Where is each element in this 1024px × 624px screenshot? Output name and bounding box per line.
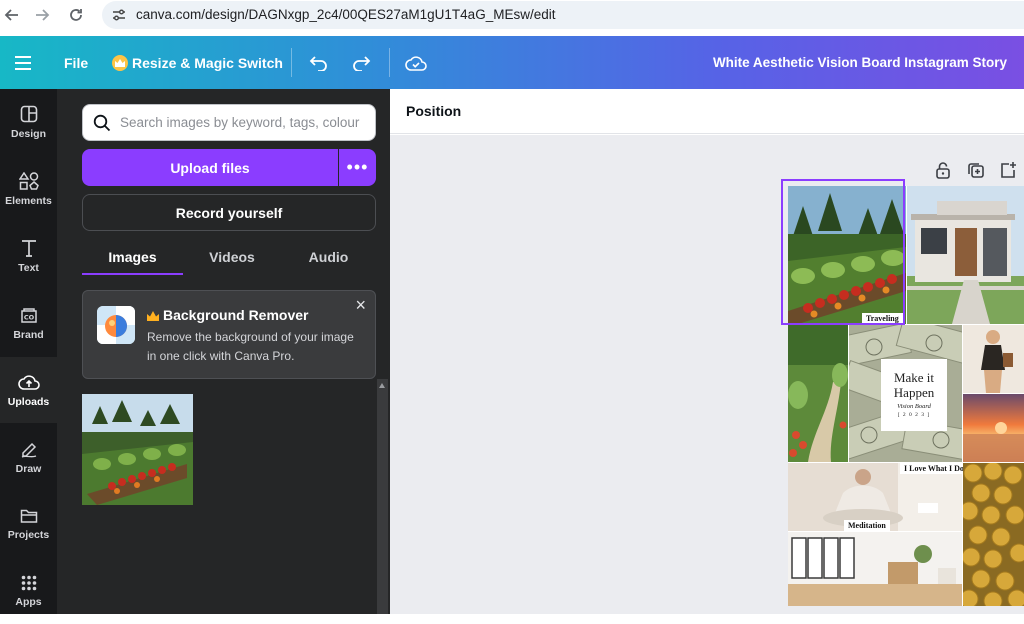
redo-icon[interactable] <box>351 36 371 89</box>
selection-frame[interactable] <box>781 179 905 325</box>
side-rail: Design Elements Text CO Brand Uploads Dr… <box>0 89 57 614</box>
active-tab-indicator <box>82 273 183 275</box>
draw-icon <box>21 442 36 458</box>
design-title[interactable]: White Aesthetic Vision Board Instagram S… <box>713 36 1007 89</box>
header-divider <box>291 48 292 77</box>
happen-line: Happen <box>893 385 935 400</box>
rail-label: Uploads <box>7 395 50 408</box>
promo-title: Background Remover <box>147 307 308 324</box>
rail-item-uploads[interactable]: Uploads <box>0 357 57 423</box>
house-photo[interactable] <box>907 186 1024 324</box>
apps-icon <box>21 575 36 590</box>
woman-photo[interactable] <box>963 325 1024 393</box>
record-yourself-button[interactable]: Record yourself <box>82 194 376 231</box>
gold-coins-photo[interactable] <box>963 463 1024 606</box>
rail-label: Projects <box>7 528 50 541</box>
search-placeholder: Search images by keyword, tags, colour <box>120 115 360 130</box>
menu-icon[interactable] <box>14 36 32 89</box>
position-button[interactable]: Position <box>406 103 461 119</box>
close-icon[interactable]: × <box>355 295 366 316</box>
promo-title-text: Background Remover <box>163 307 309 323</box>
svg-text:CO: CO <box>23 313 34 321</box>
address-bar[interactable]: canva.com/design/DAGNxgp_2c4/00QES27aM1g… <box>102 1 1024 29</box>
more-options-button[interactable]: ••• <box>339 149 376 186</box>
context-toolbar: Position <box>390 89 1024 134</box>
design-icon <box>20 105 37 122</box>
rail-label: Design <box>10 127 46 140</box>
cloud-saved-icon[interactable] <box>405 36 427 89</box>
love-what-i-do-label: I Love What I Do <box>900 463 968 474</box>
rail-label: Apps <box>15 595 42 608</box>
editor-header: File Resize & Magic Switch White Aesthet… <box>0 36 1024 89</box>
crown-icon <box>147 308 159 324</box>
reload-icon[interactable] <box>66 5 86 25</box>
meditation-label: Meditation <box>844 520 890 531</box>
tab-images[interactable]: Images <box>82 239 183 275</box>
forward-arrow-icon[interactable] <box>32 5 52 25</box>
vision-board-line: Vision Board <box>897 403 931 410</box>
undo-icon[interactable] <box>309 36 329 89</box>
file-menu[interactable]: File <box>64 36 88 89</box>
uploaded-image-thumbnail[interactable] <box>82 394 193 505</box>
rail-item-text[interactable]: Text <box>0 223 57 289</box>
scroll-up-icon[interactable] <box>379 383 385 388</box>
rail-label: Elements <box>5 194 52 207</box>
year-line: [ 2 0 2 3 ] <box>897 412 931 418</box>
rail-label: Draw <box>15 462 42 475</box>
text-icon <box>21 239 36 257</box>
url-text: canva.com/design/DAGNxgp_2c4/00QES27aM1g… <box>136 7 556 22</box>
rail-item-draw[interactable]: Draw <box>0 424 57 490</box>
tab-videos[interactable]: Videos <box>183 239 281 275</box>
rail-item-apps[interactable]: Apps <box>0 558 57 624</box>
duplicate-icon[interactable] <box>965 159 987 181</box>
panel-scrollbar[interactable] <box>377 379 388 614</box>
resize-magic-switch-label: Resize & Magic Switch <box>132 54 283 71</box>
sunset-beach-photo[interactable] <box>963 394 1024 462</box>
rail-item-design[interactable]: Design <box>0 89 57 155</box>
uploads-panel: Search images by keyword, tags, colour U… <box>57 89 390 614</box>
add-page-icon[interactable] <box>997 159 1019 181</box>
make-it-line: Make it <box>893 370 935 385</box>
site-settings-icon[interactable] <box>111 7 127 28</box>
tab-audio[interactable]: Audio <box>281 239 376 275</box>
resize-magic-switch-button[interactable]: Resize & Magic Switch <box>112 36 283 89</box>
crown-icon <box>112 54 128 71</box>
rail-label: Text <box>18 261 39 274</box>
search-icon <box>93 114 111 137</box>
uploads-icon <box>17 374 40 390</box>
promo-description: Remove the background of your image in o… <box>147 330 354 363</box>
brand-icon: CO <box>20 307 37 323</box>
projects-icon <box>20 509 37 523</box>
back-arrow-icon[interactable] <box>2 5 22 25</box>
make-it-happen-card[interactable]: Make it Happen Vision Board [ 2 0 2 3 ] <box>881 359 947 431</box>
bright-room-photo[interactable] <box>788 532 962 606</box>
background-remover-icon <box>97 306 135 344</box>
rail-item-projects[interactable]: Projects <box>0 491 57 557</box>
rail-item-elements[interactable]: Elements <box>0 156 57 222</box>
rail-label: Brand <box>13 328 44 341</box>
header-divider <box>389 48 390 77</box>
browser-toolbar: canva.com/design/DAGNxgp_2c4/00QES27aM1g… <box>0 0 1024 30</box>
elements-icon <box>18 171 39 190</box>
lock-icon[interactable] <box>932 159 954 181</box>
design-canvas-area[interactable]: Traveling Make it Happen Vision Board [… <box>390 135 1024 614</box>
garden-path-photo[interactable] <box>788 325 848 462</box>
upload-files-button[interactable]: Upload files <box>82 149 338 186</box>
search-input[interactable]: Search images by keyword, tags, colour <box>82 104 376 141</box>
background-remover-promo[interactable]: Background Remover Remove the background… <box>82 290 376 379</box>
rail-item-brand[interactable]: CO Brand <box>0 290 57 356</box>
